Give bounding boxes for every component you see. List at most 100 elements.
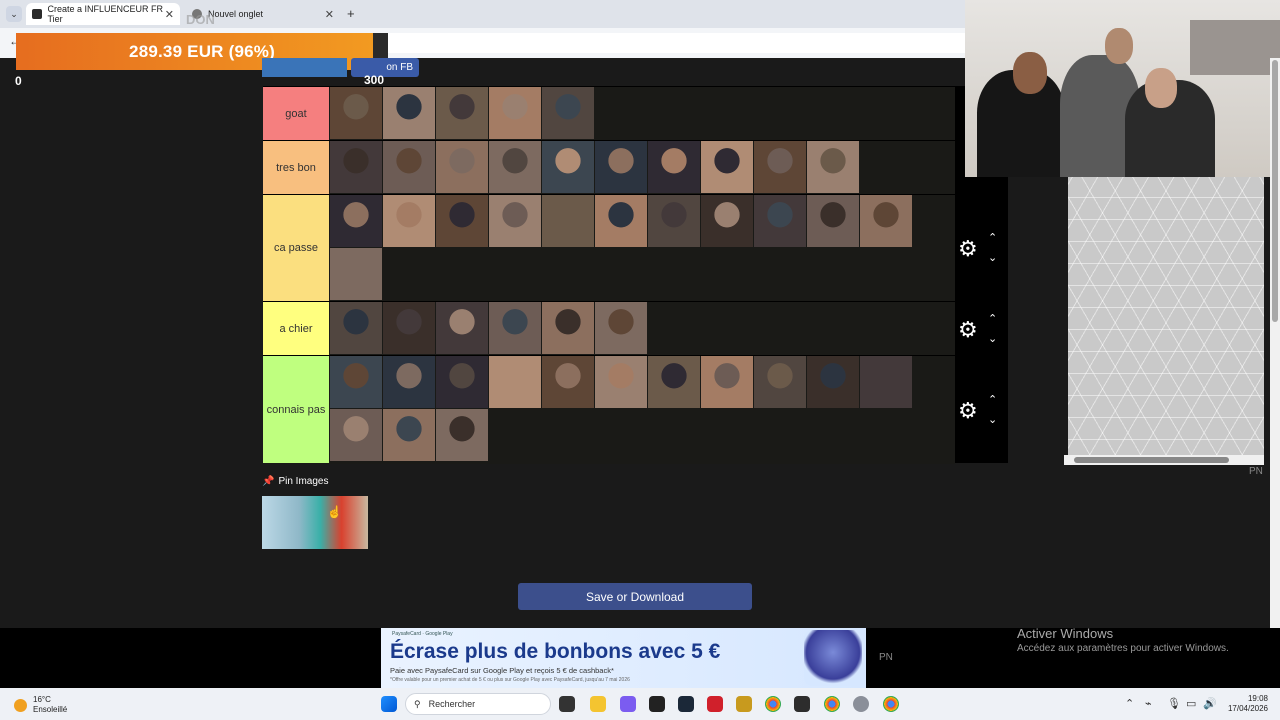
network-icon[interactable]: ⌁ (1145, 697, 1152, 710)
tier-item-image[interactable] (860, 195, 912, 247)
tier-label-text: tres bon (276, 161, 316, 174)
tier-label-a-chier[interactable]: a chier (263, 302, 329, 355)
tier-item-image[interactable] (489, 87, 541, 139)
move-arrows[interactable]: ⌃ ⌄ (988, 390, 997, 430)
tier-item-image[interactable] (330, 195, 382, 247)
tier-item-image[interactable] (701, 195, 753, 247)
epic-games-icon[interactable] (649, 696, 665, 712)
tier-item-image[interactable] (489, 356, 541, 408)
tier-item-image[interactable] (330, 248, 382, 300)
tier-item-image[interactable] (383, 302, 435, 354)
pinned-image[interactable] (262, 496, 368, 549)
tier-item-image[interactable] (754, 356, 806, 408)
gear-icon[interactable]: ⚙ (958, 236, 978, 262)
tier-item-image[interactable] (648, 356, 700, 408)
discord-icon[interactable] (620, 696, 636, 712)
move-arrows[interactable]: ⌃ ⌄ (988, 309, 997, 349)
tier-item-image[interactable] (383, 87, 435, 139)
horizontal-scroll-thumb[interactable] (1074, 457, 1229, 463)
tier-item-image[interactable] (542, 195, 594, 247)
new-tab-button[interactable]: + (347, 6, 355, 21)
tier-label-text: goat (285, 107, 307, 120)
tier-item-image[interactable] (542, 141, 594, 193)
tier-item-image[interactable] (330, 356, 382, 408)
windows-start-icon[interactable] (381, 696, 397, 712)
tier-item-image[interactable] (330, 409, 382, 461)
tier-label-goat[interactable]: goat (263, 87, 329, 140)
vertical-scroll-thumb[interactable] (1272, 60, 1278, 322)
chrome-icon[interactable] (883, 696, 899, 712)
tier-item-image[interactable] (542, 356, 594, 408)
tier-item-image[interactable] (436, 409, 488, 461)
file-explorer-icon[interactable] (590, 696, 606, 712)
chrome-icon[interactable] (765, 696, 781, 712)
terminal-icon[interactable] (794, 696, 810, 712)
tier-item-image[interactable] (489, 141, 541, 193)
tier-item-image[interactable] (754, 195, 806, 247)
tier-item-image[interactable] (701, 356, 753, 408)
tier-label-ca-passe[interactable]: ca passe (263, 195, 329, 301)
steam-icon[interactable] (678, 696, 694, 712)
tier-item-image[interactable] (595, 141, 647, 193)
tier-item-image[interactable] (383, 195, 435, 247)
chrome-icon[interactable] (824, 696, 840, 712)
tier-item-image[interactable] (807, 195, 859, 247)
taskbar-search[interactable]: ⚲ Rechercher (405, 693, 551, 715)
close-tab-icon[interactable]: ✕ (325, 8, 334, 21)
tier-item-image[interactable] (595, 302, 647, 354)
tier-item-image[interactable] (595, 195, 647, 247)
gear-icon[interactable]: ⚙ (958, 398, 978, 424)
tier-item-image[interactable] (542, 87, 594, 139)
battery-icon[interactable]: ▭ (1186, 697, 1196, 710)
tier-item-image[interactable] (436, 87, 488, 139)
save-download-button[interactable]: Save or Download (518, 583, 752, 610)
tier-item-image[interactable] (807, 356, 859, 408)
sun-icon (14, 698, 27, 712)
settings-icon[interactable] (853, 696, 869, 712)
tier-item-image[interactable] (807, 141, 859, 193)
tier-item-image[interactable] (383, 356, 435, 408)
tier-label-connais-pas[interactable]: connais pas (263, 356, 329, 463)
tier-item-image[interactable] (754, 141, 806, 193)
watermark-pn: PN (1249, 466, 1263, 477)
speaker-icon[interactable]: 🔊 (1203, 697, 1217, 710)
microphone-icon[interactable]: 🎙 (1167, 697, 1181, 710)
background-shelf (1190, 20, 1280, 75)
tier-items-ca-passe (330, 195, 950, 301)
rockstar-icon[interactable] (736, 696, 752, 712)
gear-icon[interactable]: ⚙ (958, 317, 978, 343)
tier-item-image[interactable] (489, 302, 541, 354)
search-icon: ⚲ (414, 698, 421, 709)
tier-item-image[interactable] (436, 356, 488, 408)
tier-item-image[interactable] (436, 195, 488, 247)
ad-subline: Paie avec PaysafeCard sur Google Play et… (390, 666, 614, 675)
task-view-icon[interactable] (559, 696, 575, 712)
tier-item-image[interactable] (330, 302, 382, 354)
share-fb-button[interactable]: on FB (351, 58, 419, 77)
tier-item-image[interactable] (648, 195, 700, 247)
toolbar-button[interactable] (262, 58, 347, 77)
tab-list-button[interactable]: ⌄ (6, 6, 22, 22)
tier-item-image[interactable] (701, 141, 753, 193)
tier-label-tres-bon[interactable]: tres bon (263, 141, 329, 194)
person-head (1013, 52, 1047, 94)
tier-item-image[interactable] (595, 356, 647, 408)
tier-item-image[interactable] (330, 141, 382, 193)
move-arrows[interactable]: ⌃ ⌄ (988, 228, 997, 268)
tier-item-image[interactable] (436, 141, 488, 193)
app-icon[interactable] (707, 696, 723, 712)
tier-item-image[interactable] (330, 87, 382, 139)
tier-item-image[interactable] (383, 409, 435, 461)
tier-item-image[interactable] (383, 141, 435, 193)
tier-item-image[interactable] (542, 302, 594, 354)
tier-item-image[interactable] (436, 302, 488, 354)
clock[interactable]: 19:08 17/04/2026 (1218, 694, 1268, 714)
person-head (1105, 28, 1133, 64)
tier-item-image[interactable] (648, 141, 700, 193)
close-tab-icon[interactable]: ✕ (165, 8, 174, 21)
chevron-up-icon[interactable]: ⌃ (1125, 697, 1134, 710)
tier-item-image[interactable] (489, 195, 541, 247)
weather-widget[interactable]: 16°C Ensoleillé (14, 695, 67, 715)
tab-tier-list[interactable]: Create a INFLUENCEUR FR Tier ✕ (26, 3, 180, 25)
tier-item-image[interactable] (860, 356, 912, 408)
